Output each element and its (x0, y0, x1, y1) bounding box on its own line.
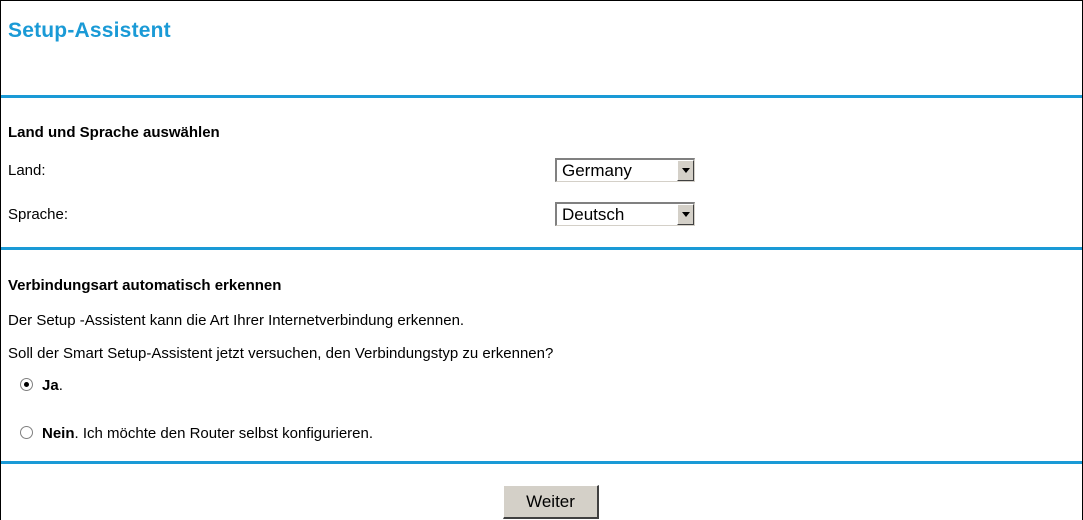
radio-no[interactable] (20, 426, 33, 439)
chevron-down-icon[interactable] (677, 160, 694, 181)
language-select-value: Deutsch (562, 205, 625, 224)
country-label: Land: (8, 162, 46, 179)
setup-wizard-panel: Setup-Assistent Land und Sprache auswähl… (0, 0, 1083, 520)
detect-description: Der Setup -Assistent kann die Art Ihrer … (8, 312, 465, 329)
next-button[interactable]: Weiter (503, 485, 599, 519)
radio-yes[interactable] (20, 378, 33, 391)
option-yes-label: Ja. (42, 377, 63, 394)
divider (1, 95, 1082, 98)
language-label: Sprache: (8, 206, 69, 223)
detect-heading: Verbindungsart automatisch erkennen (8, 277, 282, 294)
chevron-down-icon[interactable] (677, 204, 694, 225)
country-select-value: Germany (562, 161, 632, 180)
detect-question: Soll der Smart Setup-Assistent jetzt ver… (8, 345, 554, 362)
country-select[interactable]: Germany (555, 158, 695, 182)
region-heading: Land und Sprache auswählen (8, 124, 220, 141)
divider (1, 461, 1082, 464)
language-select[interactable]: Deutsch (555, 202, 695, 226)
radio-selected-dot (24, 382, 29, 387)
divider (1, 247, 1082, 250)
page-title: Setup-Assistent (8, 19, 171, 42)
option-no-label: Nein. Ich möchte den Router selbst konfi… (42, 425, 374, 442)
